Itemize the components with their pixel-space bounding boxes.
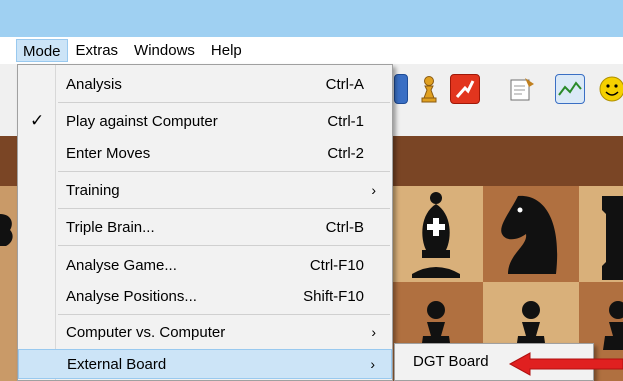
menu-item-triple-brain[interactable]: Triple Brain... Ctrl-B [18,212,392,242]
menu-item-shortcut: Ctrl-B [325,218,364,236]
menu-bar: Mode Extras Windows Help [0,37,623,64]
chevron-right-icon: › [370,356,375,372]
menu-separator [58,314,390,315]
smiley-icon[interactable] [597,74,623,104]
menu-item-shortcut: Ctrl-F10 [309,256,364,274]
menu-item-analyse-positions[interactable]: Analyse Positions... Shift-F10 [18,281,392,311]
menu-separator [58,245,390,246]
red-tool-icon[interactable] [450,74,480,104]
menu-item-label: Computer vs. Computer [66,323,226,341]
menu-item-label: Analysis [66,75,122,93]
menu-item-enter-moves[interactable]: Enter Moves Ctrl-2 [18,138,392,168]
menu-help[interactable]: Help [203,39,250,62]
menu-item-label: External Board [67,355,167,373]
menu-item-label: Play against Computer [66,112,218,130]
black-knight-icon[interactable] [496,190,566,280]
mode-dropdown-menu: Analysis Ctrl-A ✓ Play against Computer … [17,64,393,381]
black-pawn-icon [0,214,13,246]
chart-icon[interactable] [555,74,585,104]
menu-item-play-against-computer[interactable]: ✓ Play against Computer Ctrl-1 [18,106,392,136]
black-pawn-icon[interactable] [600,298,623,350]
menu-separator [58,102,390,103]
menu-separator [58,171,390,172]
pawn-icon[interactable] [414,74,444,104]
menu-item-label: Triple Brain... [66,218,155,236]
menu-item-computer-vs-computer[interactable]: Computer vs. Computer › [18,317,392,347]
black-rook-icon[interactable] [598,192,623,280]
menu-item-shortcut: Ctrl-A [325,75,364,93]
menu-separator [58,208,390,209]
menu-item-analyse-game[interactable]: Analyse Game... Ctrl-F10 [18,250,392,280]
note-icon[interactable] [507,74,537,104]
menu-item-analysis[interactable]: Analysis Ctrl-A [18,69,392,99]
menu-windows[interactable]: Windows [126,39,203,62]
menu-item-label: Analyse Positions... [66,287,197,305]
menu-item-training[interactable]: Training › [18,175,392,205]
board-icon[interactable] [394,74,408,104]
menu-item-shortcut: Ctrl-1 [327,112,364,130]
chevron-right-icon: › [371,182,376,198]
red-arrow-icon [508,352,623,376]
menu-extras[interactable]: Extras [68,39,127,62]
menu-item-external-board[interactable]: External Board › [18,349,392,379]
menu-item-label: Training [66,181,120,199]
window-titlebar [0,0,623,37]
check-icon: ✓ [30,111,45,130]
menu-mode[interactable]: Mode [16,39,68,62]
black-bishop-icon[interactable] [406,190,466,280]
menu-item-shortcut: Shift-F10 [303,287,364,305]
menu-item-shortcut: Ctrl-2 [327,144,364,162]
chevron-right-icon: › [371,324,376,340]
menu-item-dgt-board[interactable]: DGT Board [413,350,489,374]
menu-item-label: Enter Moves [66,144,151,162]
menu-item-label: Analyse Game... [66,256,177,274]
